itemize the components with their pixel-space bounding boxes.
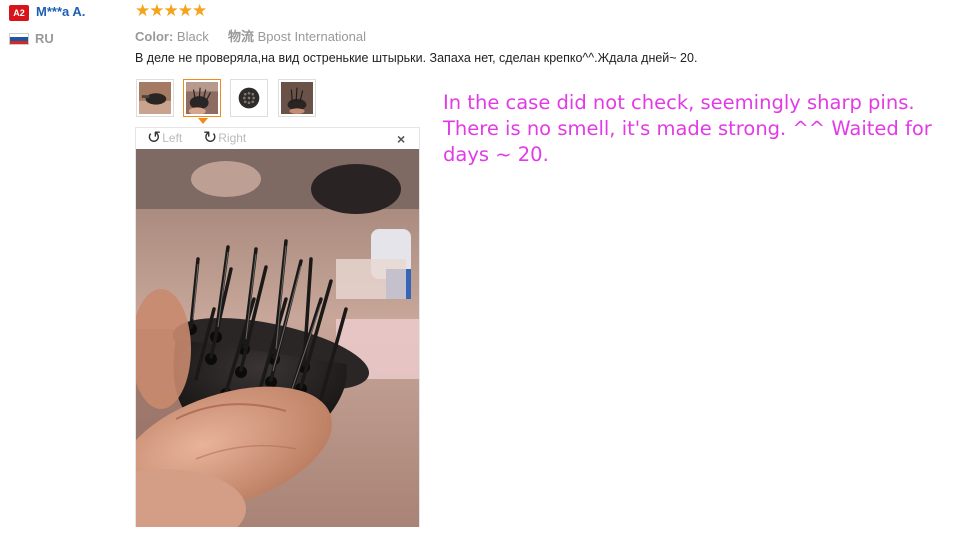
photo-thumbnail-image: [233, 82, 265, 114]
color-value: Black: [176, 29, 209, 44]
reviewer-name[interactable]: M***a A.: [36, 4, 85, 19]
star-rating: ★★★★★: [135, 1, 207, 20]
photo-thumbnail-image: [139, 82, 171, 114]
translation-overlay: In the case did not check, seemingly sha…: [443, 91, 932, 166]
close-viewer-icon[interactable]: ×: [397, 131, 405, 147]
review-photo-thumb-3[interactable]: [230, 79, 268, 117]
color-label: Color:: [135, 29, 174, 44]
photo-image: [136, 149, 419, 527]
review-photo-thumb-1[interactable]: [136, 79, 174, 117]
rotate-left-button[interactable]: ↺ Left: [147, 129, 182, 147]
rotate-right-button[interactable]: ↻ Right: [203, 129, 246, 147]
shipping-label: 物流: [227, 29, 254, 44]
review-photo-thumb-2[interactable]: [183, 79, 221, 117]
active-thumb-indicator: [198, 118, 208, 124]
review-meta: Color: Black 物流 Bpost International: [135, 26, 366, 45]
photo-thumbnail-image: [281, 82, 313, 114]
rotate-right-label: Right: [218, 131, 247, 145]
rotate-right-icon: ↻: [203, 128, 218, 147]
reviewer-country: RU: [35, 31, 54, 46]
rotate-left-icon: ↺: [147, 128, 162, 147]
shipping-value: Bpost International: [257, 29, 366, 44]
review-photo-large: [136, 149, 419, 527]
review-text: В деле не проверяла,на вид остренькие шт…: [135, 51, 698, 65]
photo-thumbnail-image: [186, 82, 218, 115]
rotate-left-label: Left: [162, 131, 183, 145]
review-photo-thumb-4[interactable]: [278, 79, 316, 117]
country-flag-icon: [9, 33, 29, 45]
level-badge: A2: [9, 5, 29, 21]
